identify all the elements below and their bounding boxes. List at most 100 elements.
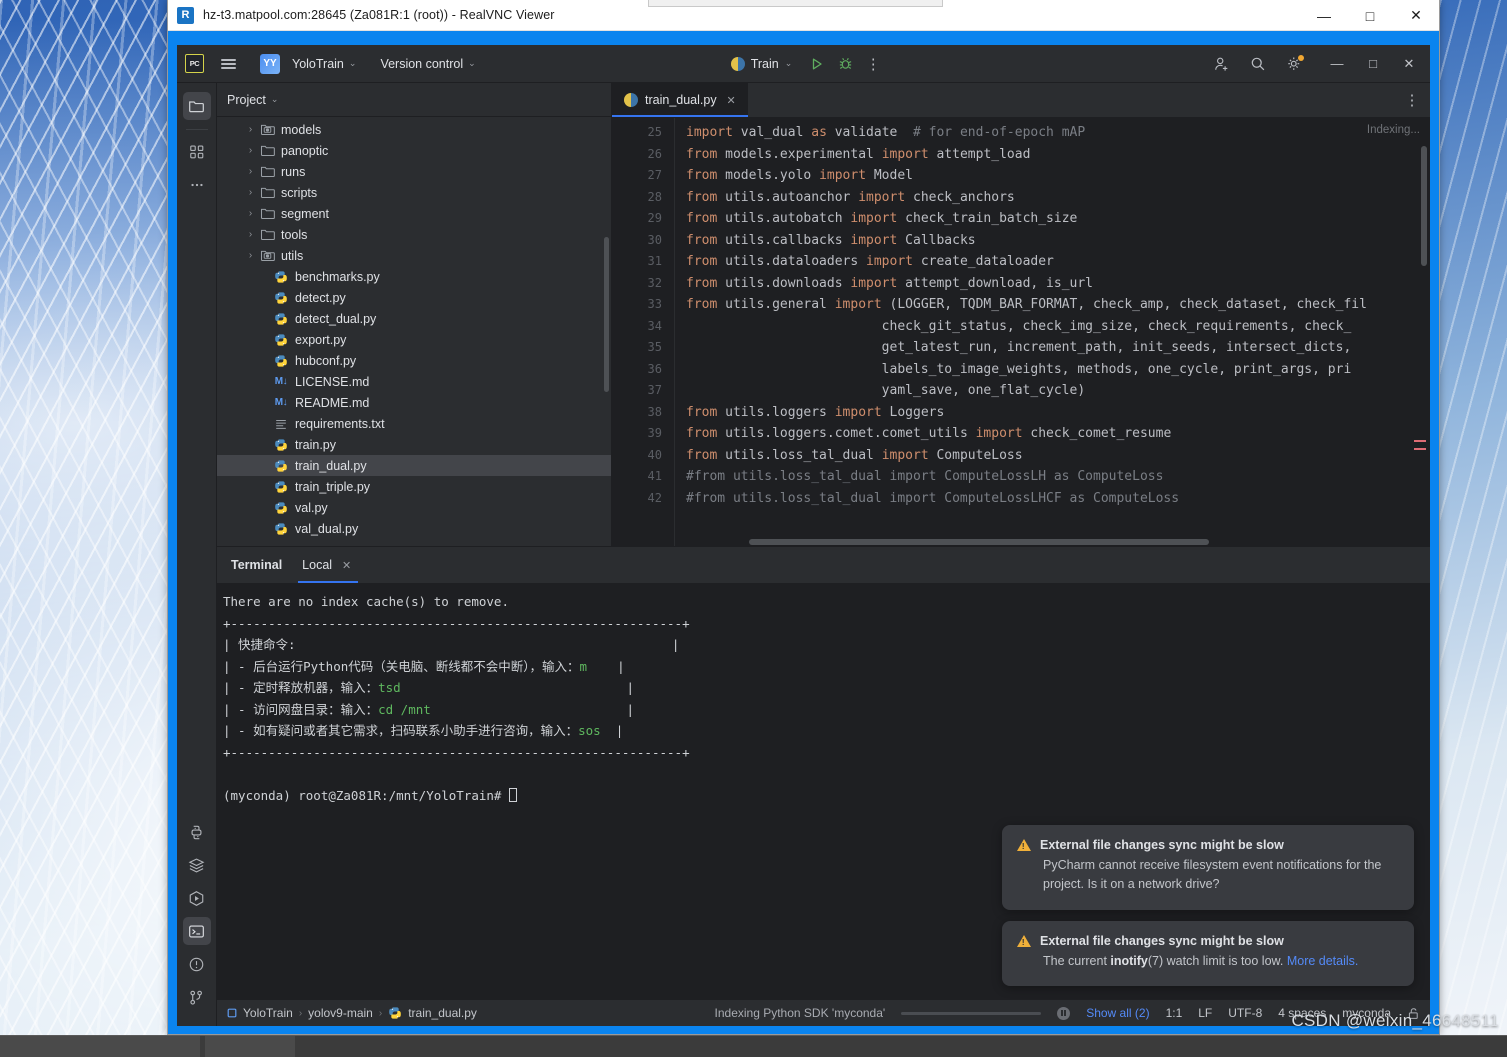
python-file-icon: [272, 291, 290, 305]
ide-minimize-button[interactable]: —: [1320, 49, 1354, 79]
line-separator[interactable]: LF: [1198, 1006, 1212, 1020]
pause-indexing-button[interactable]: [1057, 1006, 1071, 1020]
sidebar-item-version-control[interactable]: [183, 983, 211, 1011]
breadcrumb-item[interactable]: train_dual.py: [408, 1006, 477, 1020]
line-number: 34: [647, 318, 662, 333]
tree-item-train_dual-py[interactable]: train_dual.py: [217, 455, 611, 476]
pycharm-logo-icon: PC: [185, 54, 204, 73]
tree-item-scripts[interactable]: › scripts: [217, 182, 611, 203]
breadcrumb-item[interactable]: YoloTrain: [243, 1006, 293, 1020]
tab-train-dual-py[interactable]: train_dual.py ✕: [612, 83, 748, 117]
sidebar-item-project[interactable]: [182, 92, 211, 120]
tree-item-benchmarks-py[interactable]: benchmarks.py: [217, 266, 611, 287]
vnc-close-button[interactable]: ✕: [1393, 0, 1439, 31]
show-all-notifications-link[interactable]: Show all (2): [1086, 1006, 1149, 1020]
debug-button[interactable]: [833, 52, 857, 76]
tree-item-val_dual-py[interactable]: val_dual.py: [217, 518, 611, 539]
ide-body: Project ⌄ › models › panoptic › runs › scripts ›…: [177, 83, 1430, 1026]
chevron-down-icon: ⌄: [784, 58, 793, 68]
tree-item-detect_dual-py[interactable]: detect_dual.py: [217, 308, 611, 329]
more-details-link[interactable]: More details.: [1287, 954, 1359, 968]
notification-balloon[interactable]: External file changes sync might be slow…: [1002, 824, 1414, 910]
tree-item-license-md[interactable]: M↓ LICENSE.md: [217, 371, 611, 392]
terminal-line: | - 如有疑问或者其它需求，扫码联系小助手进行咨询，输入：sos |: [223, 723, 624, 738]
chevron-right-icon[interactable]: ›: [243, 229, 258, 240]
close-icon[interactable]: ✕: [339, 558, 354, 573]
chevron-right-icon[interactable]: ›: [243, 166, 258, 177]
tree-item-label: README.md: [295, 395, 370, 410]
chevron-right-icon[interactable]: ›: [243, 250, 258, 261]
version-control-widget[interactable]: Version control ⌄: [372, 54, 483, 74]
vnc-minimize-button[interactable]: —: [1301, 0, 1347, 31]
editor-horizontal-scrollbar[interactable]: [749, 539, 1209, 545]
tree-item-detect-py[interactable]: detect.py: [217, 287, 611, 308]
terminal-line: | - 后台运行Python代码（关电脑、断线都不会中断），输入：m |: [223, 658, 625, 674]
run-button[interactable]: [805, 52, 829, 76]
sidebar-item-structure[interactable]: [183, 138, 211, 166]
terminal-session-tab-local[interactable]: Local ✕: [294, 548, 362, 583]
run-configuration-selector[interactable]: Train ⌄: [722, 54, 802, 74]
line-number: 26: [647, 146, 662, 161]
code-line: from utils.general import (LOGGER, TQDM_…: [686, 297, 1367, 312]
sidebar-item-run[interactable]: [183, 884, 211, 912]
main-menu-icon[interactable]: [216, 52, 240, 76]
run-config-name: Train: [750, 56, 779, 71]
project-tree[interactable]: › models › panoptic › runs › scripts › segment › to…: [217, 117, 611, 546]
vnc-maximize-button[interactable]: □: [1347, 0, 1393, 31]
ide-maximize-button[interactable]: □: [1356, 49, 1390, 79]
file-encoding[interactable]: UTF-8: [1228, 1006, 1262, 1020]
chevron-right-icon[interactable]: ›: [243, 145, 258, 156]
indexing-status-text: Indexing Python SDK 'myconda': [714, 1006, 886, 1020]
chevron-down-icon: ⌄: [468, 58, 476, 68]
tree-item-train-py[interactable]: train.py: [217, 434, 611, 455]
tree-item-train_triple-py[interactable]: train_triple.py: [217, 476, 611, 497]
editor-tab-bar: train_dual.py ✕ ⋮: [612, 83, 1430, 118]
caret-position[interactable]: 1:1: [1166, 1006, 1183, 1020]
code-text[interactable]: import val_dual as validate # for end-of…: [674, 118, 1430, 546]
tree-item-label: detect_dual.py: [295, 311, 377, 326]
upper-split: Project ⌄ › models › panoptic › runs › scripts ›…: [217, 83, 1430, 546]
add-collaborator-icon[interactable]: [1210, 52, 1234, 76]
close-icon[interactable]: ✕: [724, 93, 739, 108]
tree-item-segment[interactable]: › segment: [217, 203, 611, 224]
tree-item-label: hubconf.py: [295, 353, 357, 368]
tree-item-requirements-txt[interactable]: requirements.txt: [217, 413, 611, 434]
sidebar-item-terminal[interactable]: [182, 917, 211, 945]
project-tree-scrollbar[interactable]: [604, 237, 609, 392]
sidebar-item-more-tools[interactable]: [183, 171, 211, 199]
tree-item-panoptic[interactable]: › panoptic: [217, 140, 611, 161]
tree-item-runs[interactable]: › runs: [217, 161, 611, 182]
tree-item-export-py[interactable]: export.py: [217, 329, 611, 350]
project-widget[interactable]: YY YoloTrain ⌄: [252, 51, 364, 77]
desktop-wallpaper-right: [1440, 0, 1507, 1035]
editor-more-actions-icon[interactable]: ⋮: [1400, 88, 1424, 112]
python-file-icon: [272, 270, 290, 284]
tree-item-tools[interactable]: › tools: [217, 224, 611, 245]
tree-item-label: train_dual.py: [295, 458, 367, 473]
tree-item-hubconf-py[interactable]: hubconf.py: [217, 350, 611, 371]
ide-main-toolbar: PC YY YoloTrain ⌄ Version control ⌄ Trai…: [177, 45, 1430, 83]
breadcrumb[interactable]: YoloTrain › yolov9-main › train_dual.py: [227, 1006, 477, 1020]
chevron-right-icon[interactable]: ›: [243, 208, 258, 219]
editor-scrollbar[interactable]: [1421, 146, 1427, 266]
notification-balloon[interactable]: External file changes sync might be slow…: [1002, 920, 1414, 986]
line-number: 41: [647, 469, 662, 483]
vnc-window-controls: — □ ✕: [1301, 0, 1439, 31]
settings-gear-icon[interactable]: [1282, 52, 1306, 76]
sidebar-item-problems[interactable]: [183, 950, 211, 978]
line-number: 38: [647, 404, 662, 419]
sidebar-item-services[interactable]: [183, 851, 211, 879]
tree-item-val-py[interactable]: val.py: [217, 497, 611, 518]
chevron-right-icon[interactable]: ›: [243, 187, 258, 198]
tree-item-models[interactable]: › models: [217, 119, 611, 140]
sidebar-item-python-packages[interactable]: [183, 818, 211, 846]
ide-close-button[interactable]: ✕: [1392, 49, 1426, 79]
project-tool-header[interactable]: Project ⌄: [217, 83, 611, 117]
search-everywhere-icon[interactable]: [1246, 52, 1270, 76]
tree-item-utils[interactable]: › utils: [217, 245, 611, 266]
more-actions-icon[interactable]: ⋮: [861, 52, 885, 76]
tree-item-readme-md[interactable]: M↓ README.md: [217, 392, 611, 413]
breadcrumb-item[interactable]: yolov9-main: [308, 1006, 373, 1020]
code-editor[interactable]: 25 26 27 28 29 30 31 32 33 34 35 36 37 38 39 40 41 42 imp…: [612, 118, 1430, 546]
chevron-right-icon[interactable]: ›: [243, 124, 258, 135]
